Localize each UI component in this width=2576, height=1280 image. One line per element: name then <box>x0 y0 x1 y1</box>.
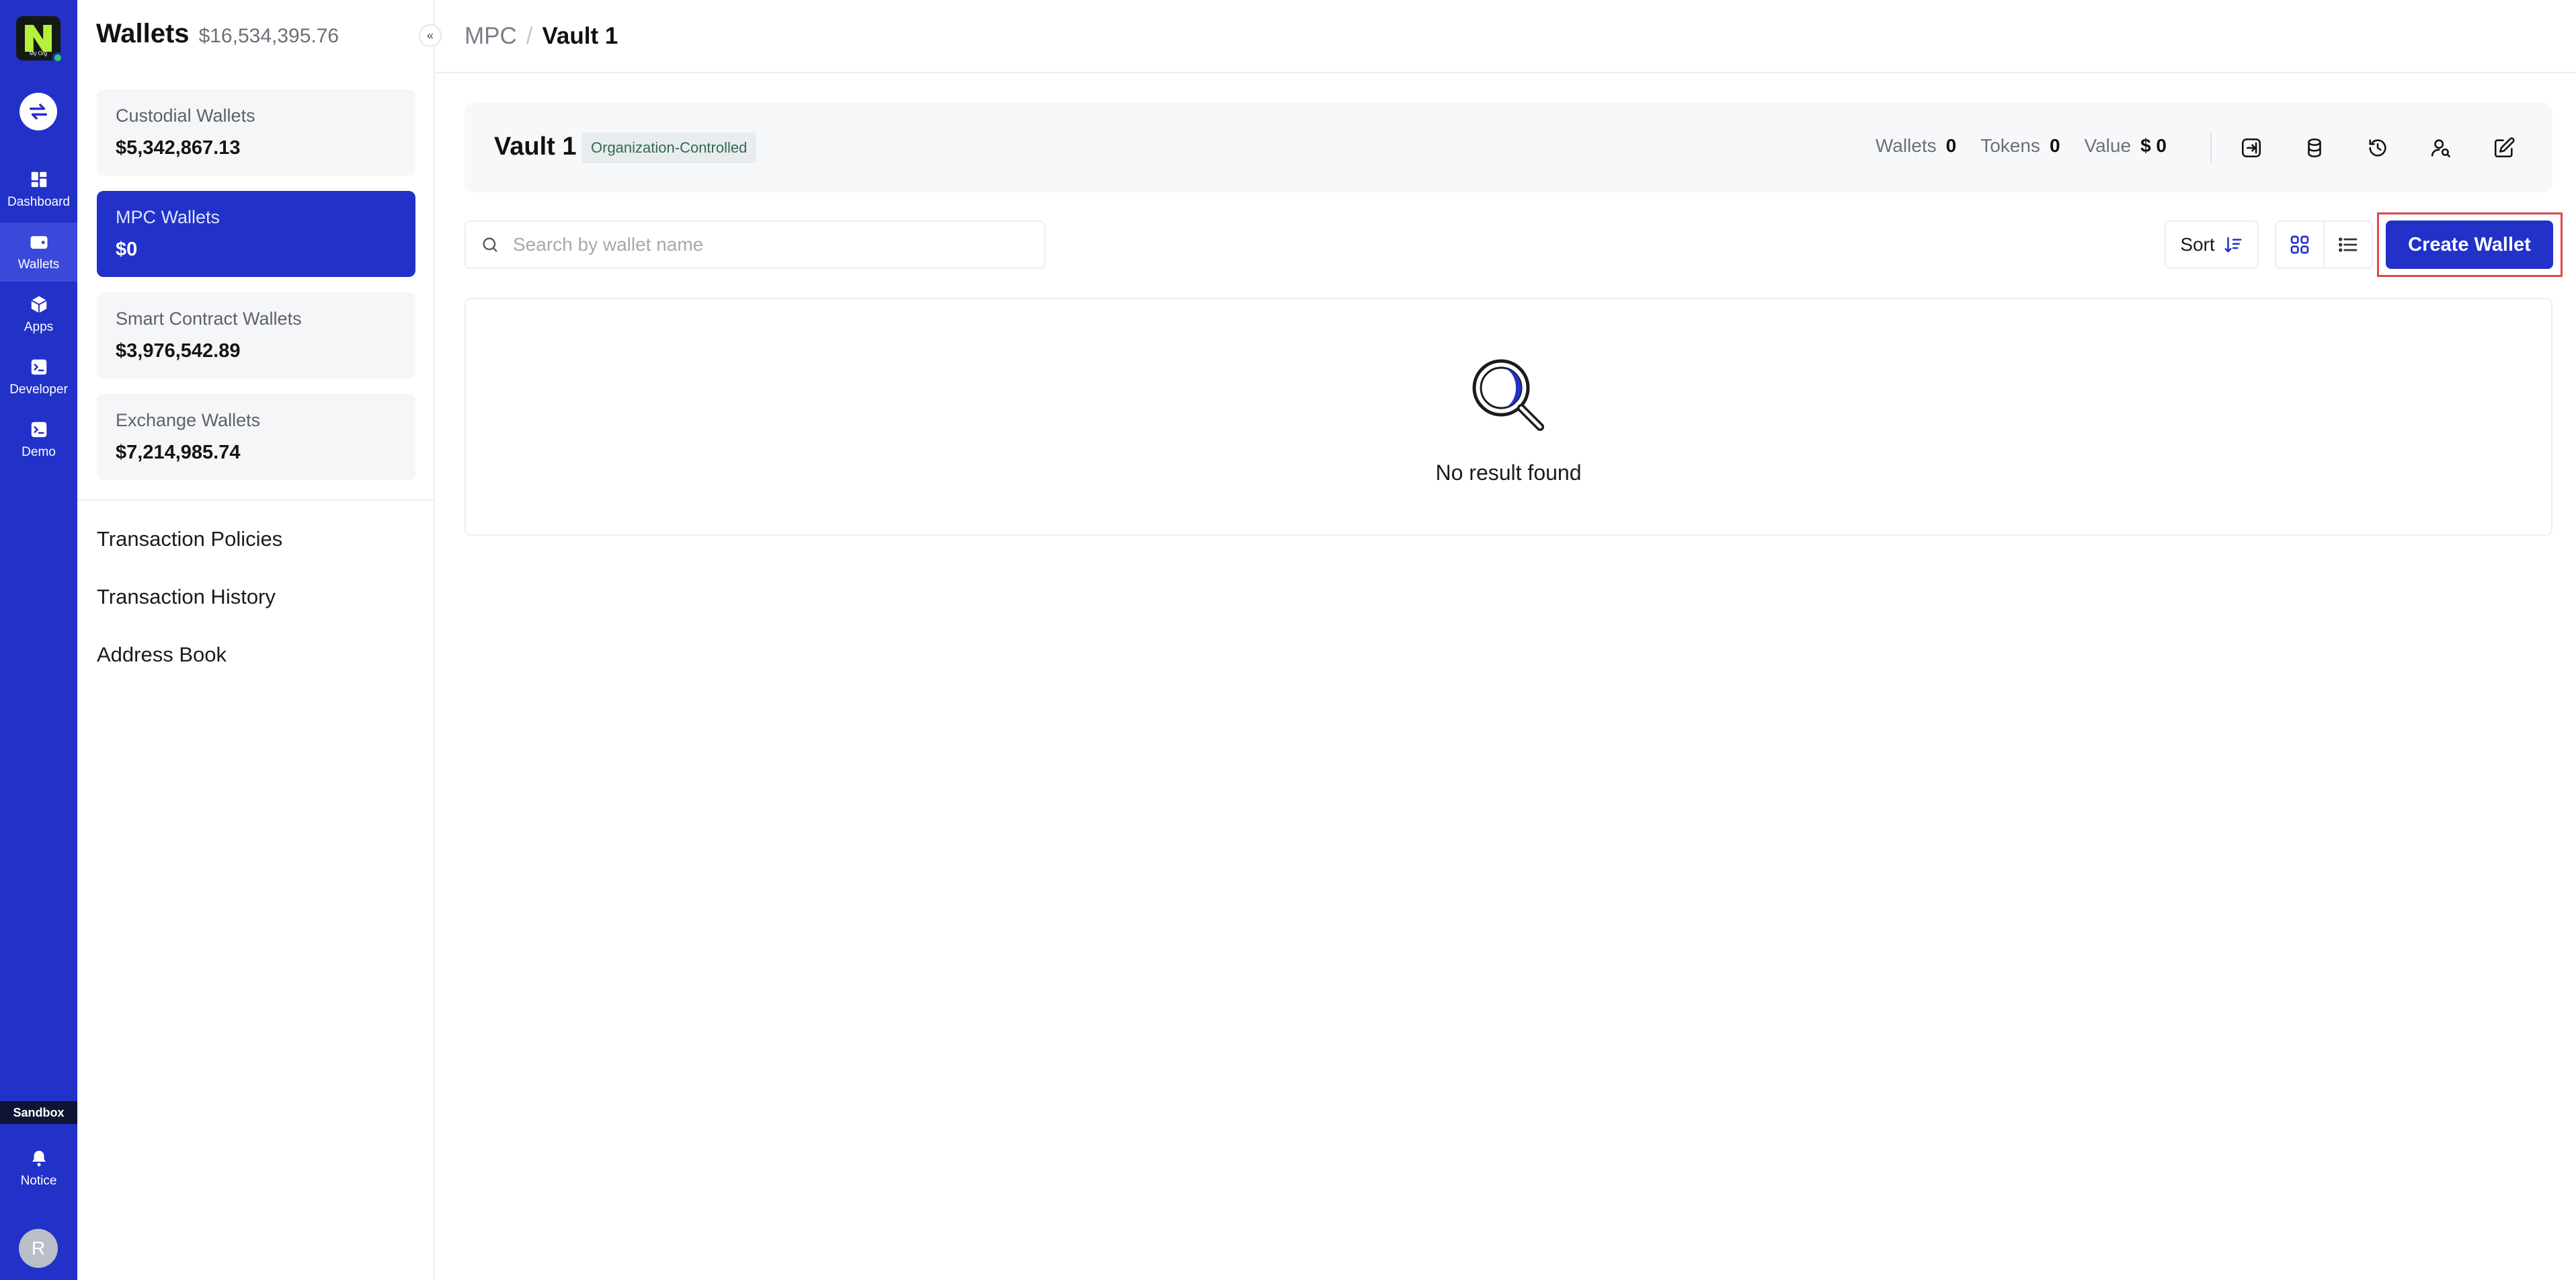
breadcrumb-current: Vault 1 <box>542 23 618 49</box>
grid-icon <box>2290 235 2309 254</box>
vault-stats: Wallets 0 Tokens 0 Value $ 0 <box>1876 135 2167 157</box>
rail-item-label: Dashboard <box>7 195 70 209</box>
search-icon <box>483 237 497 252</box>
rail-item-notice[interactable]: Notice <box>0 1139 77 1198</box>
logo-glyph-icon <box>25 25 52 52</box>
stat-wallets: Wallets 0 <box>1875 135 1957 156</box>
wallet-card-custodial[interactable]: Custodial Wallets $5,342,867.13 <box>97 89 415 175</box>
topbar: MPC / Vault 1 <box>435 0 2576 73</box>
stat-value: Value $ 0 <box>2084 135 2167 156</box>
vault-type-badge: Organization-Controlled <box>581 132 757 163</box>
empty-message: No result found <box>1435 461 1582 485</box>
coins-icon <box>2308 138 2321 158</box>
double-chevron-left-icon: « <box>426 28 434 42</box>
wallets-sidebar: Wallets $16,534,395.76 « Custodial Walle… <box>77 0 442 1280</box>
breadcrumb: MPC / Vault 1 <box>465 23 618 50</box>
user-search-icon <box>2431 139 2451 158</box>
breadcrumb-parent[interactable]: MPC <box>465 23 517 50</box>
rail-item-demo[interactable]: Demo <box>0 410 77 469</box>
link-transaction-history[interactable]: Transaction History <box>97 585 276 609</box>
sandbox-badge: Sandbox <box>0 1101 77 1124</box>
rail-item-label: Demo <box>22 445 56 459</box>
create-wallet-button[interactable]: Create Wallet <box>2386 221 2553 269</box>
rail-item-wallets[interactable]: Wallets <box>0 223 77 282</box>
history-icon <box>2369 139 2386 157</box>
rail-item-apps[interactable]: Apps <box>0 285 77 344</box>
sidebar-header: Wallets $16,534,395.76 <box>96 19 339 49</box>
app-rail: My Org Dashboard Wallets Apps Developer <box>0 0 77 1280</box>
wallet-card-value: $7,214,985.74 <box>116 442 241 463</box>
receive-button[interactable] <box>2236 132 2267 163</box>
rail-item-label: Apps <box>24 320 54 334</box>
org-logo[interactable]: My Org <box>16 16 63 63</box>
wallet-card-value: $5,342,867.13 <box>116 137 241 159</box>
list-icon <box>2339 237 2358 252</box>
terminal-icon <box>31 422 46 438</box>
rail-item-developer[interactable]: Developer <box>0 348 77 407</box>
sort-icon <box>2224 237 2242 253</box>
search-box <box>465 221 1045 269</box>
wallet-card-exchange[interactable]: Exchange Wallets $7,214,985.74 <box>97 394 415 480</box>
edit-vault-button[interactable] <box>2489 132 2520 163</box>
rail-item-dashboard[interactable]: Dashboard <box>0 160 77 219</box>
wallet-card-mpc[interactable]: MPC Wallets $0 <box>97 191 415 277</box>
wallet-card-label: Custodial Wallets <box>116 106 255 126</box>
wallet-card-label: Exchange Wallets <box>116 410 261 430</box>
breadcrumb-separator: / <box>526 23 533 49</box>
vault-title: Vault 1 <box>494 132 577 161</box>
online-status-dot <box>52 52 63 63</box>
history-button[interactable] <box>2362 132 2393 163</box>
wallet-card-label: Smart Contract Wallets <box>116 309 302 329</box>
list-view-button[interactable] <box>2323 222 2372 268</box>
sidebar-total-value: $16,534,395.76 <box>198 25 339 47</box>
sort-button[interactable]: Sort <box>2165 221 2259 269</box>
rail-item-label: Developer <box>9 383 68 397</box>
cube-icon <box>30 296 47 313</box>
grid-view-button[interactable] <box>2276 222 2323 268</box>
avatar[interactable]: R <box>19 1229 58 1268</box>
link-transaction-policies[interactable]: Transaction Policies <box>97 527 282 551</box>
login-icon <box>2241 138 2261 158</box>
sidebar-title: Wallets <box>96 19 190 48</box>
edit-icon <box>2494 137 2515 158</box>
wallet-list-empty-state: No result found <box>465 298 2552 536</box>
wallet-card-smart-contract[interactable]: Smart Contract Wallets $3,976,542.89 <box>97 292 415 378</box>
search-input[interactable] <box>513 234 1024 255</box>
switch-button[interactable] <box>19 93 57 130</box>
wallet-icon <box>30 236 47 249</box>
sort-label: Sort <box>2180 234 2215 255</box>
magnifier-icon <box>1472 359 1544 431</box>
swap-icon <box>29 104 48 120</box>
members-button[interactable] <box>2425 132 2456 163</box>
vault-summary: Vault 1 Organization-Controlled Wallets 0… <box>465 103 2552 192</box>
link-address-book[interactable]: Address Book <box>97 643 227 667</box>
wallet-card-value: $0 <box>116 239 138 260</box>
rail-item-label: Notice <box>20 1174 57 1188</box>
stats-divider <box>2210 132 2212 162</box>
terminal-icon <box>31 359 46 375</box>
dashboard-icon <box>31 171 46 188</box>
bell-icon <box>32 1150 46 1166</box>
sidebar-divider <box>77 499 434 501</box>
wallet-card-value: $3,976,542.89 <box>116 340 241 362</box>
rail-item-label: Wallets <box>17 257 60 272</box>
assets-button[interactable] <box>2299 132 2330 163</box>
stat-tokens: Tokens 0 <box>1980 135 2060 156</box>
wallet-card-label: MPC Wallets <box>116 207 220 227</box>
view-toggle <box>2275 221 2373 269</box>
